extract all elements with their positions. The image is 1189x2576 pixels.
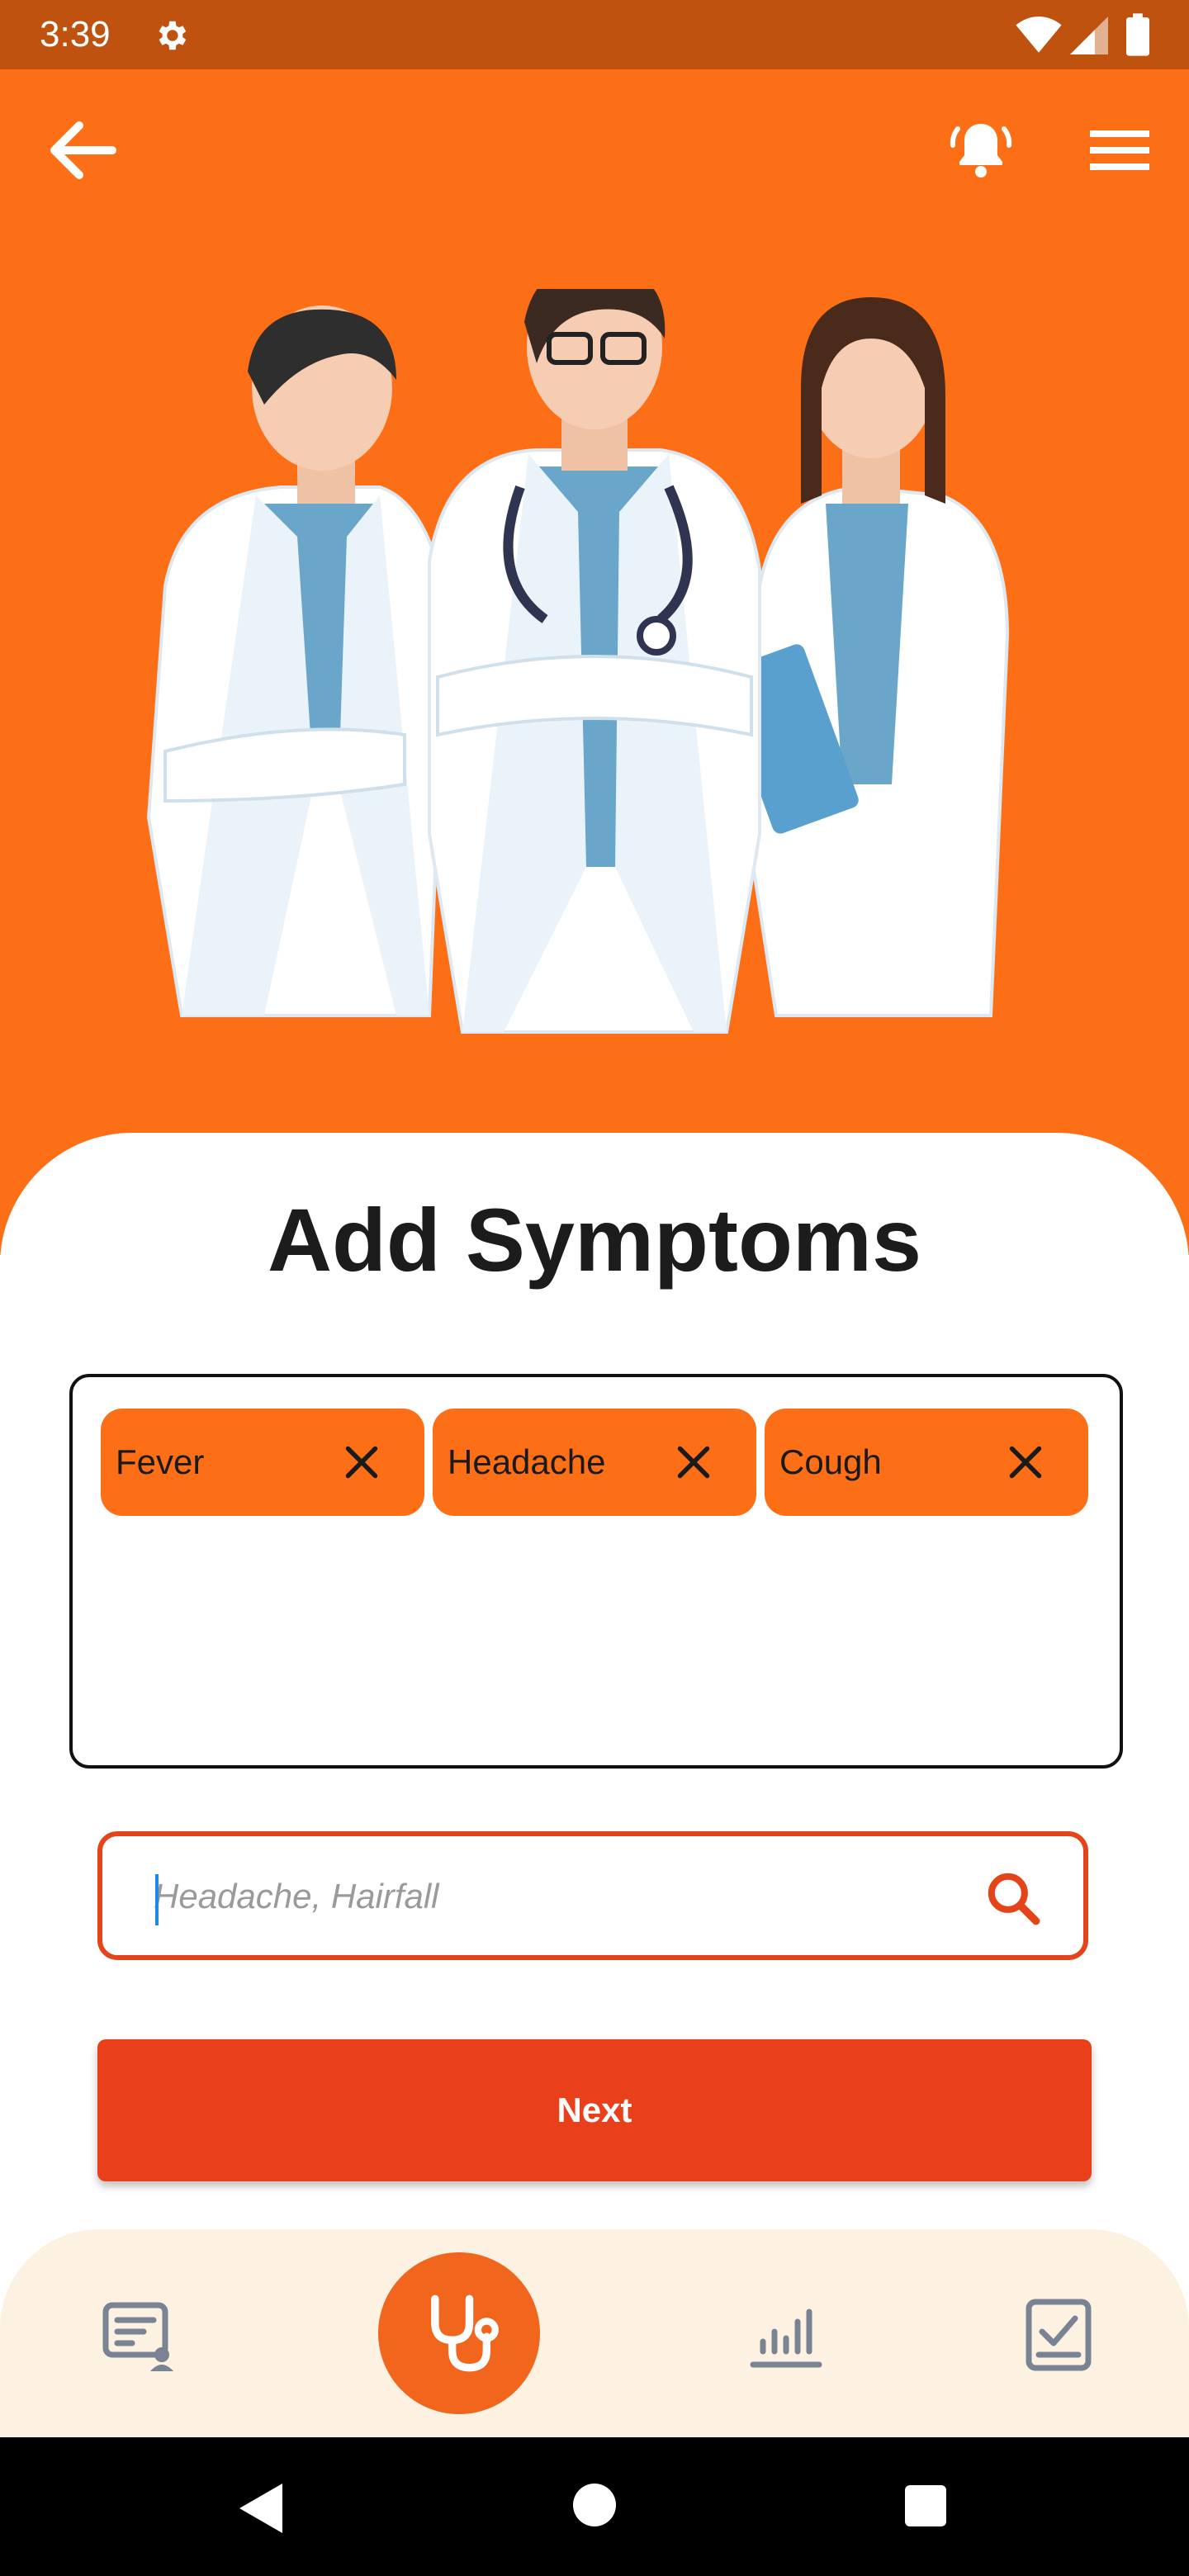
selected-symptoms-box: Fever Headache Cough [69,1374,1123,1769]
close-icon[interactable] [675,1444,712,1480]
symptom-chip: Fever [101,1409,424,1516]
symptom-search-box [97,1831,1088,1960]
close-icon[interactable] [1007,1444,1044,1480]
symptom-chip-label: Fever [116,1442,205,1481]
status-bar: 3:39 [0,0,1189,69]
checklist-icon[interactable] [1019,2295,1098,2375]
next-button[interactable]: Next [97,2039,1092,2181]
bell-ringing-icon[interactable] [948,116,1014,182]
symptom-chip: Headache [433,1409,756,1516]
system-nav-bar [0,2437,1189,2576]
system-home-icon[interactable] [573,2484,616,2526]
page-title: Add Symptoms [267,1190,922,1290]
nav-symptoms-button[interactable] [378,2252,540,2414]
report-icon[interactable] [99,2295,178,2375]
search-icon[interactable] [983,1868,1044,1929]
system-recents-icon[interactable] [905,2485,946,2526]
symptom-chip-label: Cough [779,1442,882,1481]
stethoscope-icon [431,2294,499,2372]
bottom-nav [0,2229,1189,2452]
menu-icon[interactable] [1090,125,1149,175]
back-arrow-icon[interactable] [46,121,119,180]
close-icon[interactable] [343,1444,380,1480]
signal-icon [1070,17,1108,54]
three-doctors-illustration [146,289,1010,1034]
symptom-chip-label: Headache [448,1442,606,1481]
wifi-icon [1016,17,1062,53]
status-time: 3:39 [40,14,111,54]
symptom-search-input[interactable] [152,1861,981,1932]
gear-icon [159,21,187,50]
battery-icon [1126,13,1149,56]
symptom-chip: Cough [765,1409,1088,1516]
chart-icon[interactable] [746,2295,826,2375]
system-back-icon[interactable] [239,2484,286,2533]
text-cursor [155,1874,159,1925]
